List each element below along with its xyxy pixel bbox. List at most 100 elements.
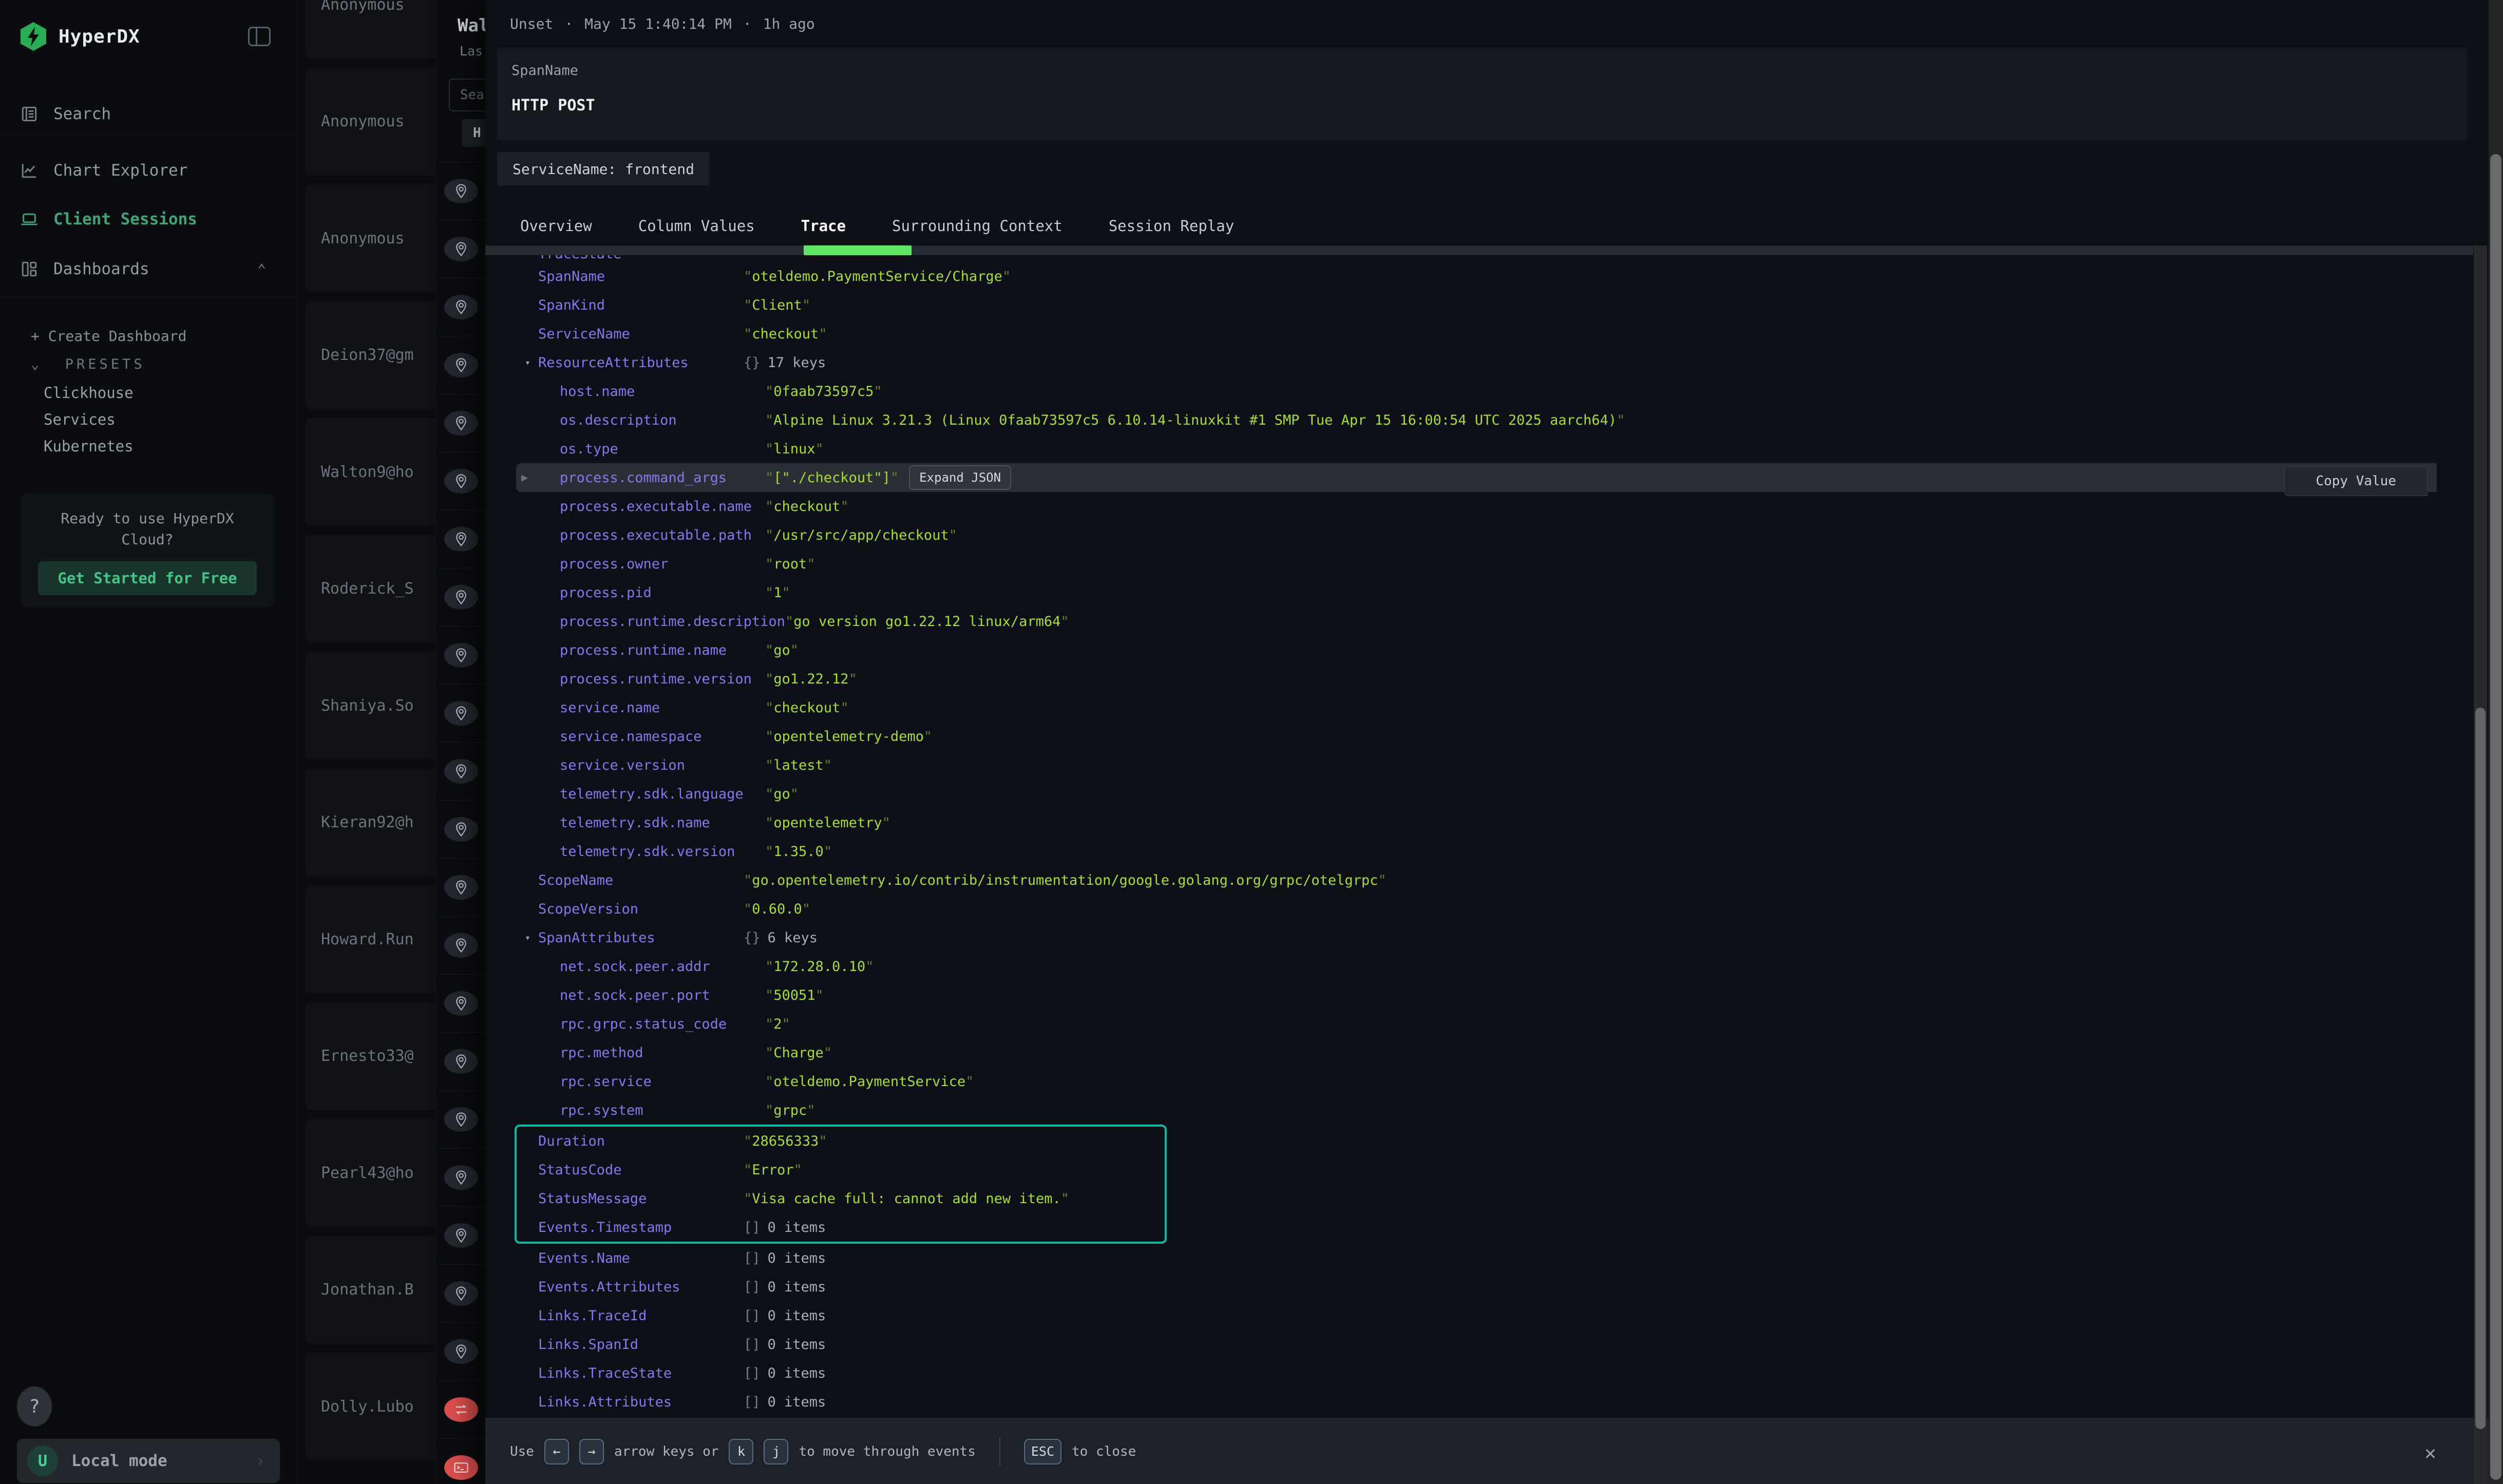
- preset-item-clickhouse[interactable]: Clickhouse: [44, 384, 134, 402]
- attr-row-links-attributes[interactable]: Links.Attributes[]0 items: [485, 1387, 2437, 1416]
- event-marker[interactable]: [436, 452, 485, 510]
- attr-row-rpc-system[interactable]: rpc.system"grpc": [485, 1096, 2437, 1125]
- event-marker[interactable]: [436, 162, 485, 220]
- attr-row-spanattributes[interactable]: ▾SpanAttributes{}6 keys: [485, 923, 2437, 952]
- event-marker[interactable]: [436, 336, 485, 394]
- session-card[interactable]: Anonymous: [306, 184, 435, 292]
- attr-row-os-description[interactable]: os.description"Alpine Linux 3.21.3 (Linu…: [485, 406, 2437, 434]
- attr-row-telemetry-sdk-version[interactable]: telemetry.sdk.version"1.35.0": [485, 837, 2437, 866]
- event-marker[interactable]: [436, 1322, 485, 1380]
- presets-section[interactable]: ⌄ PRESETS: [31, 356, 145, 372]
- tab-overview[interactable]: Overview: [497, 206, 615, 245]
- attr-row-service-name[interactable]: service.name"checkout": [485, 693, 2437, 722]
- attr-row-process-runtime-version[interactable]: process.runtime.version"go1.22.12": [485, 664, 2437, 693]
- attr-row-statusmessage[interactable]: StatusMessage"Visa cache full: cannot ad…: [517, 1184, 1165, 1213]
- page-scrollbar-thumb[interactable]: [2490, 154, 2501, 1480]
- events-filter-button[interactable]: H: [462, 119, 485, 147]
- attr-row-process-executable-path[interactable]: process.executable.path"/usr/src/app/che…: [485, 521, 2437, 549]
- attr-row-scopeversion[interactable]: ScopeVersion"0.60.0": [485, 895, 2437, 923]
- tab-trace[interactable]: Trace: [778, 206, 869, 245]
- session-card[interactable]: Shaniya.So: [306, 652, 435, 759]
- attr-row-duration[interactable]: Duration"28656333": [517, 1127, 1165, 1155]
- attr-row-servicename[interactable]: ServiceName"checkout": [485, 319, 2437, 348]
- sidebar-collapse-icon[interactable]: [248, 27, 271, 46]
- event-marker[interactable]: [436, 742, 485, 800]
- attr-row-links-spanid[interactable]: Links.SpanId[]0 items: [485, 1330, 2437, 1359]
- attr-row-os-type[interactable]: os.type"linux": [485, 434, 2437, 463]
- tab-session-replay[interactable]: Session Replay: [1086, 206, 1257, 245]
- event-marker[interactable]: [436, 800, 485, 858]
- get-started-button[interactable]: Get Started for Free: [38, 561, 257, 595]
- event-marker[interactable]: [436, 974, 485, 1032]
- attr-row-process-runtime-name[interactable]: process.runtime.name"go": [485, 636, 2437, 664]
- session-card[interactable]: Howard.Run: [306, 885, 435, 993]
- event-marker[interactable]: [436, 1380, 485, 1438]
- event-marker[interactable]: [436, 684, 485, 742]
- preset-item-kubernetes[interactable]: Kubernetes: [44, 437, 134, 455]
- attr-row-service-namespace[interactable]: service.namespace"opentelemetry-demo": [485, 722, 2437, 751]
- sidebar-item-dashboards[interactable]: Dashboards ⌃: [0, 253, 297, 286]
- close-icon[interactable]: ✕: [2424, 1441, 2436, 1464]
- session-card[interactable]: Jonathan.B: [306, 1236, 435, 1344]
- attr-row-process-command-args[interactable]: ▶process.command_args"["./checkout"]"Exp…: [516, 463, 2437, 492]
- event-marker[interactable]: [436, 1438, 485, 1484]
- attr-row-service-version[interactable]: service.version"latest": [485, 751, 2437, 779]
- attr-row-scopename[interactable]: ScopeName"go.opentelemetry.io/contrib/in…: [485, 866, 2437, 895]
- event-marker[interactable]: [436, 1090, 485, 1148]
- help-button[interactable]: ?: [17, 1386, 52, 1426]
- trace-scrollbar-thumb[interactable]: [2475, 708, 2486, 1429]
- attr-row-process-pid[interactable]: process.pid"1": [485, 578, 2437, 607]
- local-mode-menu[interactable]: U Local mode ›: [17, 1439, 280, 1483]
- trace-scrollbar[interactable]: [2474, 245, 2487, 1484]
- session-card[interactable]: Walton9@ho: [306, 418, 435, 526]
- attr-row-net-sock-peer-port[interactable]: net.sock.peer.port"50051": [485, 981, 2437, 1010]
- session-card[interactable]: Deion37@gm: [306, 301, 435, 409]
- attr-row-links-tracestate[interactable]: Links.TraceState[]0 items: [485, 1359, 2437, 1387]
- attr-row-links-traceid[interactable]: Links.TraceId[]0 items: [485, 1301, 2437, 1330]
- logo[interactable]: HyperDX: [20, 22, 140, 51]
- attr-row-process-runtime-description[interactable]: process.runtime.description"go version g…: [485, 607, 2437, 636]
- attr-row-rpc-method[interactable]: rpc.method"Charge": [485, 1038, 2437, 1067]
- sidebar-item-chart-explorer[interactable]: Chart Explorer: [0, 154, 297, 187]
- expand-json-button[interactable]: Expand JSON: [909, 465, 1011, 490]
- collapse-triangle-icon[interactable]: ▾: [525, 933, 530, 943]
- events-search-input[interactable]: Sea: [449, 79, 485, 111]
- attr-row-host-name[interactable]: host.name"0faab73597c5": [485, 377, 2437, 406]
- event-marker[interactable]: [436, 1206, 485, 1264]
- attr-row-spankind[interactable]: SpanKind"Client": [485, 291, 2437, 319]
- event-marker[interactable]: [436, 858, 485, 916]
- session-card[interactable]: Roderick_S: [306, 535, 435, 643]
- event-marker[interactable]: [436, 1032, 485, 1090]
- session-card[interactable]: Dolly.Lubo: [306, 1353, 435, 1460]
- event-marker[interactable]: [436, 394, 485, 452]
- sidebar-item-search[interactable]: Search: [0, 98, 297, 130]
- attr-row-process-executable-name[interactable]: process.executable.name"checkout": [485, 492, 2437, 521]
- event-marker[interactable]: [436, 278, 485, 336]
- session-card[interactable]: Ernesto33@: [306, 1002, 435, 1110]
- event-marker[interactable]: [436, 1148, 485, 1206]
- event-marker[interactable]: [436, 510, 485, 568]
- attr-row-events-name[interactable]: Events.Name[]0 items: [485, 1244, 2437, 1272]
- attr-row-spanname[interactable]: SpanName"oteldemo.PaymentService/Charge": [485, 262, 2437, 291]
- event-marker[interactable]: [436, 626, 485, 684]
- page-scrollbar[interactable]: [2489, 0, 2503, 1484]
- sidebar-item-client-sessions[interactable]: Client Sessions: [0, 203, 297, 236]
- attr-row-net-sock-peer-addr[interactable]: net.sock.peer.addr"172.28.0.10": [485, 952, 2437, 981]
- event-marker[interactable]: [436, 220, 485, 278]
- event-marker[interactable]: [436, 568, 485, 626]
- session-card[interactable]: Anonymous: [306, 68, 435, 176]
- event-marker[interactable]: [436, 1264, 485, 1322]
- event-marker[interactable]: [436, 916, 485, 974]
- attr-row-rpc-grpc-status-code[interactable]: rpc.grpc.status_code"2": [485, 1010, 2437, 1038]
- tab-column-values[interactable]: Column Values: [615, 206, 778, 245]
- session-card[interactable]: Anonymous: [306, 0, 435, 59]
- attr-row-telemetry-sdk-language[interactable]: telemetry.sdk.language"go": [485, 779, 2437, 808]
- session-card[interactable]: Pearl43@ho: [306, 1119, 435, 1227]
- collapse-triangle-icon[interactable]: ▾: [525, 357, 530, 368]
- attr-row-telemetry-sdk-name[interactable]: telemetry.sdk.name"opentelemetry": [485, 808, 2437, 837]
- attr-row-statuscode[interactable]: StatusCode"Error": [517, 1155, 1165, 1184]
- attr-row-events-timestamp[interactable]: Events.Timestamp[]0 items: [517, 1213, 1165, 1242]
- preset-item-services[interactable]: Services: [44, 411, 116, 428]
- attr-row-events-attributes[interactable]: Events.Attributes[]0 items: [485, 1272, 2437, 1301]
- session-card[interactable]: Kieran92@h: [306, 769, 435, 877]
